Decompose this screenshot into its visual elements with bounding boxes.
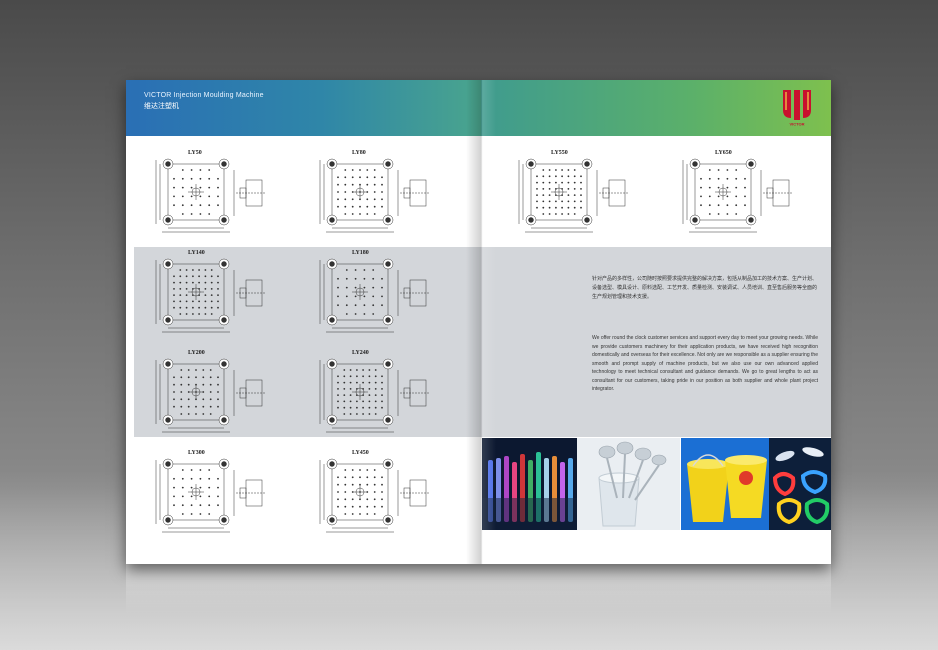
- platen-drawing: [682, 158, 793, 233]
- platen-diagram-ly650: LY650: [681, 150, 811, 242]
- platen-diagram-ly240: LY240: [318, 350, 448, 442]
- model-label: LY650: [715, 150, 732, 156]
- platen-drawing: [155, 358, 266, 433]
- model-label: LY450: [352, 450, 369, 456]
- platen-drawing: [319, 258, 430, 333]
- yellow-buckets-photo: [681, 438, 769, 530]
- chinese-paragraph: 针对产品的多样性，公司随时按照要求提供完整的解决方案，包括从制品加工的技术方案、…: [592, 276, 818, 300]
- model-label: LY240: [352, 350, 369, 356]
- clear-spoons-photo: [577, 438, 680, 530]
- header-band-right: VICTOR: [481, 80, 831, 136]
- colored-preforms-photo: [482, 438, 577, 530]
- platen-drawing: [155, 158, 266, 233]
- model-label: LY50: [188, 150, 202, 156]
- platen-drawing: [319, 158, 430, 233]
- plastic-parts-photo: [769, 438, 831, 530]
- header-title-en: VICTOR Injection Moulding Machine: [144, 92, 264, 99]
- platen-diagram-ly180: LY180: [318, 250, 448, 342]
- platen-diagram-ly50: LY50: [154, 150, 284, 242]
- platen-drawing: [319, 358, 430, 433]
- brochure-reflection: [126, 564, 831, 614]
- brochure-spread: VICTOR Injection Moulding Machine 维达注塑机 …: [126, 80, 831, 564]
- platen-diagram-ly200: LY200: [154, 350, 284, 442]
- header-band-left: VICTOR Injection Moulding Machine 维达注塑机: [126, 80, 481, 136]
- svg-text:VICTOR: VICTOR: [789, 122, 804, 127]
- center-fold: [466, 80, 496, 564]
- model-label: LY300: [188, 450, 205, 456]
- english-paragraph: We offer round the clock customer servic…: [592, 335, 818, 392]
- left-page: VICTOR Injection Moulding Machine 维达注塑机 …: [126, 80, 481, 564]
- platen-diagram-ly300: LY300: [154, 450, 284, 542]
- platen-drawing: [155, 458, 266, 533]
- model-label: LY200: [188, 350, 205, 356]
- victor-logo-icon: VICTOR: [783, 90, 811, 127]
- header-title-cn: 维达注塑机: [144, 103, 179, 110]
- model-label: LY550: [551, 150, 568, 156]
- platen-drawing: [518, 158, 629, 233]
- platen-diagram-ly450: LY450: [318, 450, 448, 542]
- right-page: VICTOR LY550 LY650 针对产品的多样性，公司随时按照要求提供完整…: [481, 80, 831, 564]
- platen-drawing: [319, 458, 430, 533]
- platen-diagram-ly80: LY80: [318, 150, 448, 242]
- platen-diagram-ly550: LY550: [517, 150, 647, 242]
- platen-diagram-ly140: LY140: [154, 250, 284, 342]
- platen-drawing: [155, 258, 266, 333]
- model-label: LY140: [188, 250, 205, 256]
- model-label: LY80: [352, 150, 366, 156]
- model-label: LY180: [352, 250, 369, 256]
